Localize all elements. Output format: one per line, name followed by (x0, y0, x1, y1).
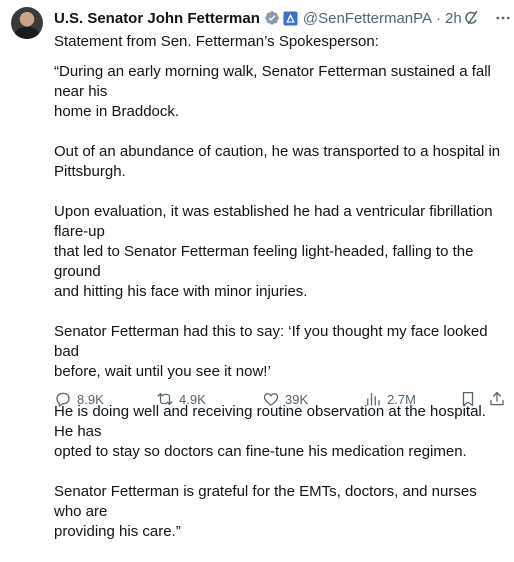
tweet: U.S. Senator John Fetterman @SenFetterma… (0, 0, 514, 540)
tweet-paragraph: Statement from Sen. Fetterman’s Spokespe… (54, 33, 379, 50)
like-button[interactable]: 39K (262, 390, 308, 408)
verified-badge-icon[interactable] (264, 10, 280, 26)
like-count: 39K (285, 391, 309, 407)
more-icon[interactable] (494, 9, 512, 27)
views-count: 2.7M (387, 391, 416, 407)
tweet-text: Statement from Sen. Fetterman’s Spokespe… (54, 32, 506, 562)
author-name[interactable]: U.S. Senator John Fetterman (54, 10, 260, 27)
author-handle[interactable]: @SenFettermanPA (303, 10, 432, 27)
bookmark-icon (462, 391, 474, 407)
tweet-paragraph: Senator Fetterman had this to say: ‘If y… (54, 323, 488, 380)
tweet-paragraph: “During an early morning walk, Senator F… (54, 63, 491, 120)
tweet-paragraph: He is doing well and receiving routine o… (54, 403, 486, 460)
views-button[interactable]: 2.7M (364, 390, 416, 408)
views-chart-icon (367, 393, 380, 406)
tweet-time[interactable]: 2h (445, 10, 462, 27)
repost-button[interactable]: 4.9K (156, 390, 206, 408)
reply-count: 8.9K (77, 391, 104, 407)
tweet-paragraph: Upon evaluation, it was established he h… (54, 203, 493, 300)
grok-icon[interactable] (462, 9, 480, 27)
share-button[interactable] (488, 390, 506, 408)
separator-dot: · (436, 9, 442, 27)
tweet-paragraph: Out of an abundance of caution, he was t… (54, 143, 501, 180)
bookmark-button[interactable] (459, 390, 477, 408)
repost-icon (157, 393, 173, 405)
header-actions (462, 9, 512, 27)
reply-icon (56, 392, 70, 407)
repost-count: 4.9K (179, 391, 206, 407)
tweet-actions: 8.9K 4.9K 39K 2.7M (54, 389, 506, 409)
avatar[interactable] (11, 7, 43, 39)
share-icon (490, 391, 504, 406)
tweet-paragraph: Senator Fetterman is grateful for the EM… (54, 483, 477, 540)
reply-button[interactable]: 8.9K (54, 390, 104, 408)
heart-icon (263, 393, 279, 406)
government-label-icon[interactable] (283, 10, 298, 26)
tweet-header: U.S. Senator John Fetterman @SenFetterma… (54, 6, 510, 30)
